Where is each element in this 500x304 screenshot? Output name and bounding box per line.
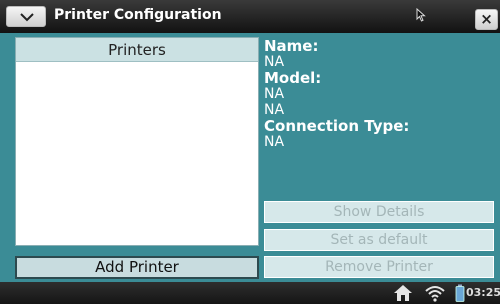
model-value-secondary: NA	[264, 102, 285, 118]
model-label: Model:	[264, 69, 322, 87]
battery-icon[interactable]	[455, 284, 465, 302]
clock: 03:25P	[466, 286, 500, 299]
printers-panel: Printers	[15, 37, 259, 246]
connection-type-label: Connection Type:	[264, 117, 410, 135]
name-label: Name:	[264, 37, 319, 55]
window-title: Printer Configuration	[54, 7, 222, 23]
home-icon[interactable]	[393, 284, 413, 302]
mouse-cursor-icon	[416, 8, 426, 22]
printers-header: Printers	[16, 38, 258, 62]
show-details-button[interactable]: Show Details	[264, 201, 494, 223]
remove-printer-button[interactable]: Remove Printer	[264, 256, 494, 278]
printer-details: Name: NA Model: NA NA Connection Type: N…	[264, 38, 494, 150]
connection-type-value: NA	[264, 134, 285, 150]
add-printer-button[interactable]: Add Printer	[15, 256, 259, 279]
name-value: NA	[264, 54, 285, 70]
title-bar: Printer Configuration ×	[0, 0, 500, 33]
chevron-down-icon	[20, 13, 34, 22]
wifi-icon[interactable]	[424, 284, 446, 302]
model-value: NA	[264, 86, 285, 102]
main-content: Printers Add Printer Name: NA Model: NA …	[0, 33, 500, 282]
taskbar: 03:25P	[0, 282, 500, 304]
window-menu-button[interactable]	[6, 6, 46, 27]
close-button[interactable]: ×	[475, 9, 498, 30]
printers-list[interactable]	[16, 62, 258, 245]
set-default-button[interactable]: Set as default	[264, 229, 494, 251]
